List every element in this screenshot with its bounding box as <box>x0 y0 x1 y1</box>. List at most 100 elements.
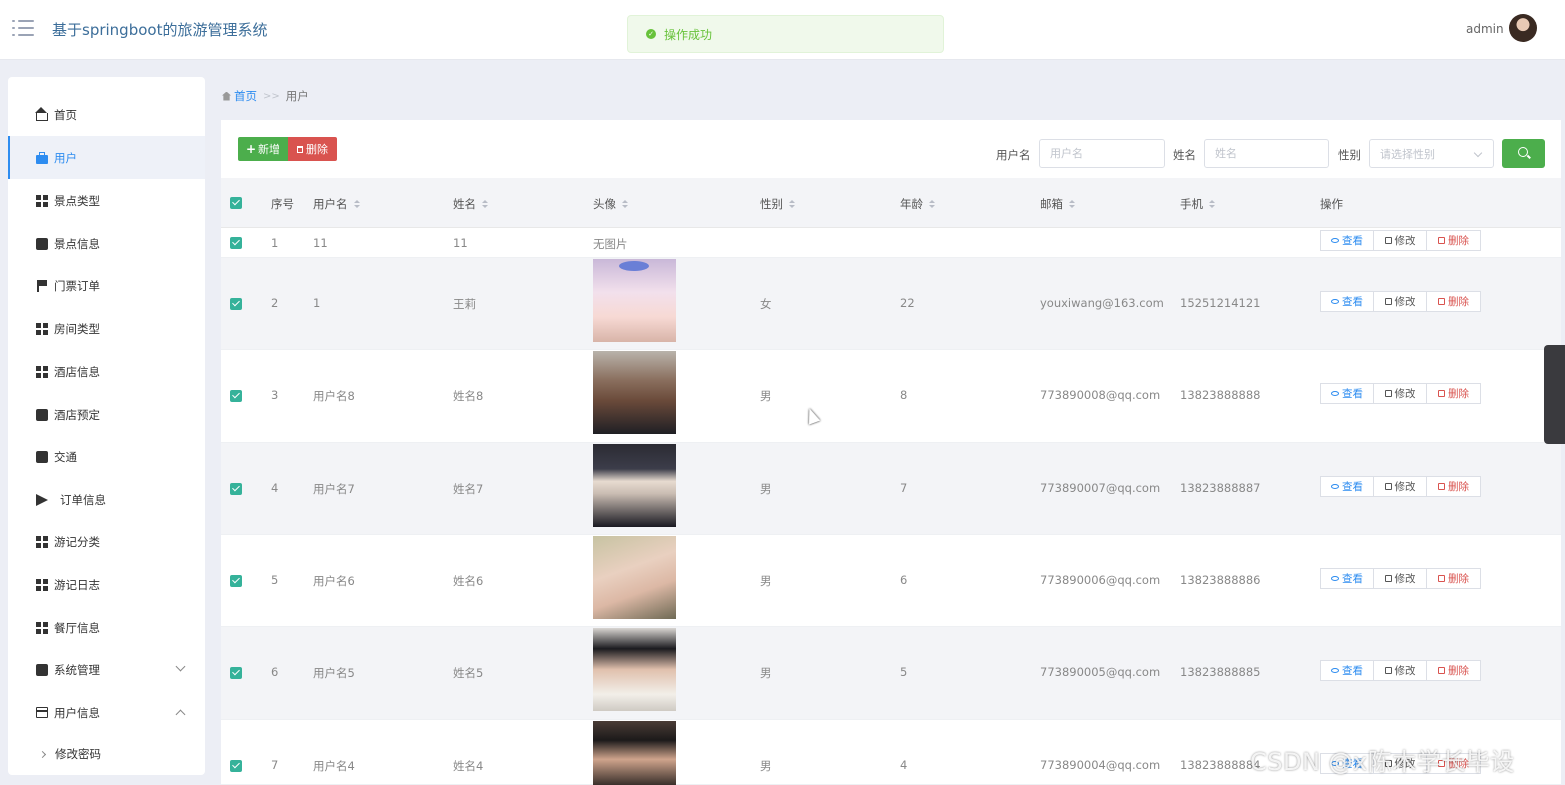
cell-index: 2 <box>271 296 279 310</box>
sort-icon[interactable] <box>789 200 795 208</box>
row-checkbox[interactable] <box>230 390 242 402</box>
column-header-age[interactable]: 年龄 <box>900 196 935 212</box>
sidebar-item-home[interactable]: 首页 <box>8 93 205 136</box>
edit-button[interactable]: 修改 <box>1373 383 1427 404</box>
column-header-label: 姓名 <box>453 197 476 211</box>
menu-toggle-icon[interactable] <box>12 19 34 37</box>
sidebar-item-room-type[interactable]: 房间类型 <box>8 307 205 350</box>
grid-icon <box>36 578 48 591</box>
edit-icon <box>1384 667 1392 674</box>
sidebar-item-restaurant[interactable]: 餐厅信息 <box>8 606 205 649</box>
trash-icon <box>1438 483 1445 490</box>
cell-name: 姓名7 <box>453 482 484 496</box>
user-avatar-image <box>593 628 676 711</box>
cell-name: 王莉 <box>453 297 476 311</box>
column-header-index: 序号 <box>271 197 294 211</box>
delete-button[interactable]: 删除 <box>1426 291 1481 312</box>
edit-label: 修改 <box>1394 296 1416 308</box>
table-header: 序号 用户名 姓名 头像 性别 年龄 邮箱 手机 操作 <box>221 178 1561 228</box>
view-button[interactable]: 查看 <box>1320 660 1374 681</box>
row-checkbox[interactable] <box>230 667 242 679</box>
batch-delete-button[interactable]: 删除 <box>288 137 337 161</box>
select-all-checkbox[interactable] <box>230 197 242 209</box>
column-header-name[interactable]: 姓名 <box>453 196 488 212</box>
sort-icon[interactable] <box>929 200 935 208</box>
name-filter-input[interactable] <box>1204 139 1329 168</box>
delete-button[interactable]: 删除 <box>1426 660 1481 681</box>
add-button[interactable]: + 新增 <box>238 137 288 161</box>
sort-icon[interactable] <box>482 200 488 208</box>
sidebar-subitem-change-password[interactable]: 修改密码 <box>8 734 205 774</box>
sidebar-item-system[interactable]: 系统管理 <box>8 648 205 691</box>
sort-icon[interactable] <box>622 200 628 208</box>
view-button[interactable]: 查看 <box>1320 291 1374 312</box>
sidebar-item-scenic-info[interactable]: 景点信息 <box>8 222 205 265</box>
cell-gender: 女 <box>760 297 772 311</box>
edit-button[interactable]: 修改 <box>1373 568 1427 589</box>
row-checkbox[interactable] <box>230 575 242 587</box>
edit-button[interactable]: 修改 <box>1373 660 1427 681</box>
toast-message: 操作成功 <box>664 27 713 42</box>
sidebar-item-label: 景点类型 <box>54 193 100 208</box>
sidebar-item-hotel-info[interactable]: 酒店信息 <box>8 350 205 393</box>
edit-label: 修改 <box>1394 481 1416 493</box>
delete-label: 删除 <box>1448 573 1469 585</box>
sidebar-item-hotel-booking[interactable]: 酒店预定 <box>8 393 205 436</box>
sidebar-item-travel-log[interactable]: 游记日志 <box>8 563 205 606</box>
row-checkbox[interactable] <box>230 237 242 249</box>
user-avatar[interactable] <box>1509 14 1537 42</box>
search-icon <box>1518 147 1528 157</box>
column-header-label: 性别 <box>760 197 783 211</box>
cell-index: 4 <box>271 481 279 495</box>
delete-button[interactable]: 删除 <box>1426 230 1481 251</box>
column-header-email[interactable]: 邮箱 <box>1040 196 1075 212</box>
success-toast: ✓ 操作成功 <box>627 15 944 53</box>
view-button[interactable]: 查看 <box>1320 476 1374 497</box>
username-filter-input[interactable] <box>1039 139 1165 168</box>
delete-label: 删除 <box>1448 481 1469 493</box>
sidebar-item-user-info[interactable]: 用户信息 <box>8 691 205 734</box>
table-row: 2 1 王莉 女 22 youxiwang@163.com 1525121412… <box>221 258 1561 350</box>
side-drawer-handle[interactable] <box>1544 345 1565 444</box>
column-header-gender[interactable]: 性别 <box>760 196 795 212</box>
delete-button[interactable]: 删除 <box>1426 476 1481 497</box>
sidebar-item-travel-category[interactable]: 游记分类 <box>8 520 205 563</box>
table-row: 6 用户名5 姓名5 男 5 773890005@qq.com 13823888… <box>221 627 1561 720</box>
gender-filter-select[interactable]: 请选择性别 <box>1369 139 1494 168</box>
cell-name: 姓名4 <box>453 759 484 773</box>
column-header-avatar[interactable]: 头像 <box>593 196 628 212</box>
column-header-username[interactable]: 用户名 <box>313 196 360 212</box>
view-label: 查看 <box>1342 296 1363 308</box>
cell-username: 用户名6 <box>313 574 355 588</box>
sidebar-item-users[interactable]: 用户 <box>8 136 205 179</box>
breadcrumb-home[interactable]: 首页 <box>234 88 257 104</box>
sort-icon[interactable] <box>1069 200 1075 208</box>
sort-icon[interactable] <box>1209 200 1215 208</box>
sidebar-item-transport[interactable]: 交通 <box>8 435 205 478</box>
user-avatar-image <box>593 259 676 342</box>
sort-icon[interactable] <box>353 200 360 208</box>
view-button[interactable]: 查看 <box>1320 230 1374 251</box>
delete-button[interactable]: 删除 <box>1426 568 1481 589</box>
sidebar-item-ticket-orders[interactable]: 门票订单 <box>8 264 205 307</box>
column-header-phone[interactable]: 手机 <box>1180 196 1215 212</box>
edit-button[interactable]: 修改 <box>1373 476 1427 497</box>
row-checkbox[interactable] <box>230 298 242 310</box>
view-button[interactable]: 查看 <box>1320 383 1374 404</box>
cell-gender: 男 <box>760 574 772 588</box>
current-user-name[interactable]: admin <box>1466 22 1504 36</box>
cell-age: 5 <box>900 665 908 679</box>
edit-button[interactable]: 修改 <box>1373 230 1427 251</box>
cell-gender: 男 <box>760 666 772 680</box>
sidebar-item-orders[interactable]: 订单信息 <box>8 478 205 521</box>
row-checkbox[interactable] <box>230 760 242 772</box>
delete-button[interactable]: 删除 <box>1426 383 1481 404</box>
view-button[interactable]: 查看 <box>1320 568 1374 589</box>
cell-age: 22 <box>900 296 915 310</box>
cell-phone: 13823888886 <box>1180 573 1261 587</box>
sidebar-item-scenic-type[interactable]: 景点类型 <box>8 179 205 222</box>
sidebar-subitem-label: 修改密码 <box>55 747 101 761</box>
search-button[interactable] <box>1502 139 1545 168</box>
edit-button[interactable]: 修改 <box>1373 291 1427 312</box>
row-checkbox[interactable] <box>230 483 242 495</box>
